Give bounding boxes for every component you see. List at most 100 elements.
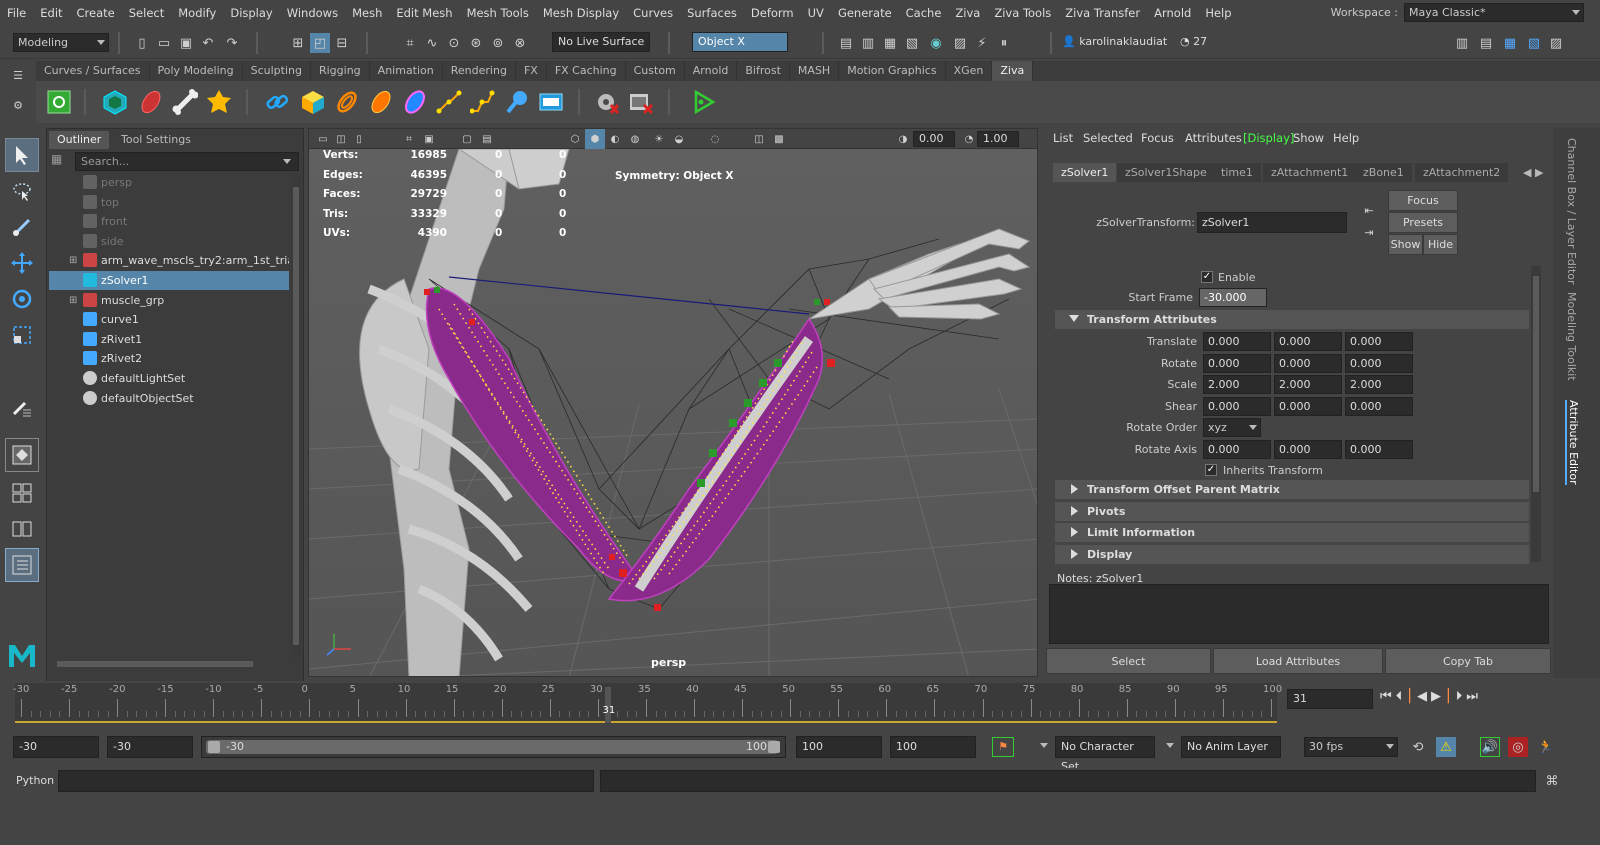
playback-speed-icon[interactable]: ⚠ xyxy=(1436,737,1456,757)
rotate-field[interactable]: 0.000 xyxy=(1274,353,1342,373)
anim-layer-field[interactable]: No Anim Layer xyxy=(1181,736,1281,758)
exposure-field[interactable]: 0.00 xyxy=(913,131,955,147)
load-attributes-button[interactable]: Load Attributes xyxy=(1213,648,1383,674)
go-input-icon[interactable]: ⇤ xyxy=(1359,200,1379,220)
shelf-tab-xgen[interactable]: XGen xyxy=(946,61,993,81)
section-transform-offset-parent-matrix[interactable]: Transform Offset Parent Matrix xyxy=(1055,480,1529,499)
expand-icon[interactable]: ⊞ xyxy=(69,291,77,310)
current-frame-field[interactable]: 31 xyxy=(1287,689,1373,709)
tab-tool-settings[interactable]: Tool Settings xyxy=(113,131,199,149)
go-to-end-icon[interactable]: ⏭ xyxy=(1466,689,1478,704)
anim-end-field[interactable]: 100 xyxy=(890,736,976,758)
range-slider[interactable]: -30 100 xyxy=(201,736,786,758)
create-rivet-icon[interactable] xyxy=(434,87,464,117)
outliner-vscroll[interactable] xyxy=(291,173,301,657)
shelf-tab-rigging[interactable]: Rigging xyxy=(311,61,370,81)
menu-mesh[interactable]: Mesh xyxy=(345,6,389,20)
tab-scroll-left-icon[interactable]: ◀ xyxy=(1523,166,1531,179)
menu-ziva[interactable]: Ziva xyxy=(948,6,987,20)
time-slider[interactable]: -30 -25 -20 -15 -10 -5 0 5 10 15 20 25 30 35 40 45 50 55 6… xyxy=(0,681,1600,731)
range-start-handle[interactable] xyxy=(208,741,220,753)
translate-field[interactable]: 0.000 xyxy=(1345,332,1413,351)
bookmark-icon[interactable]: ▯ xyxy=(349,129,369,149)
loop-icon[interactable]: ⟲ xyxy=(1408,737,1428,757)
hypershade-icon[interactable]: ◉ xyxy=(926,33,946,53)
fps-dropdown[interactable]: 30 fps xyxy=(1304,737,1398,757)
playback-start-field[interactable]: -30 xyxy=(107,736,193,758)
snap-point-icon[interactable]: ⊙ xyxy=(444,33,464,53)
shelf-tab-animation[interactable]: Animation xyxy=(370,61,443,81)
menu-mesh-tools[interactable]: Mesh Tools xyxy=(460,6,536,20)
range-end-handle[interactable] xyxy=(768,741,780,753)
smooth-shade-icon[interactable]: ⬢ xyxy=(585,129,605,149)
outliner-item[interactable]: zRivet2 xyxy=(49,349,289,368)
ae-tab-zbone1[interactable]: zBone1 xyxy=(1355,163,1412,182)
four-view-icon[interactable] xyxy=(5,476,39,510)
rotate-field[interactable]: 0.000 xyxy=(1203,353,1271,373)
playback-end-field[interactable]: 100 xyxy=(796,736,882,758)
create-cloth-icon[interactable] xyxy=(204,87,234,117)
character-set-field[interactable]: No Character Set xyxy=(1055,736,1155,773)
create-material-icon[interactable] xyxy=(366,87,396,117)
select-button[interactable]: Select xyxy=(1046,648,1211,674)
outliner-item[interactable]: zSolver1 xyxy=(49,271,289,290)
tab-outliner[interactable]: Outliner xyxy=(49,131,110,149)
wireframe-icon[interactable]: ⬡ xyxy=(565,129,585,149)
hide-button[interactable]: Hide xyxy=(1423,234,1458,255)
tab-channel-box[interactable]: Channel Box / Layer Editor xyxy=(1565,138,1578,285)
symmetry-field[interactable]: Object X xyxy=(692,32,788,52)
menu-help[interactable]: Help xyxy=(1198,6,1238,20)
menu-display[interactable]: Display xyxy=(223,6,279,20)
inherits-checkbox[interactable]: ✓ xyxy=(1205,464,1217,476)
outliner-search-input[interactable]: Search... xyxy=(75,152,299,171)
create-tissue-icon[interactable] xyxy=(136,87,166,117)
attribute-vscroll[interactable] xyxy=(1531,266,1541,562)
workspace-dropdown[interactable]: Maya Classic* xyxy=(1404,3,1584,22)
copy-tab-button[interactable]: Copy Tab xyxy=(1385,648,1551,674)
section-limit-information[interactable]: Limit Information xyxy=(1055,523,1529,542)
tab-scroll-right-icon[interactable]: ▶ xyxy=(1535,166,1543,179)
menu-generate[interactable]: Generate xyxy=(831,6,899,20)
outliner-item[interactable]: ⊞ arm_wave_mscls_try2:arm_1st_trial:skele… xyxy=(49,251,289,270)
go-output-icon[interactable]: ⇥ xyxy=(1359,222,1379,242)
shelf-tab-curves-surfaces[interactable]: Curves / Surfaces xyxy=(36,61,150,81)
tool-settings-icon[interactable]: ▧ xyxy=(1524,33,1544,53)
create-fiber-icon[interactable] xyxy=(332,87,362,117)
lights-icon[interactable]: ☀ xyxy=(649,129,669,149)
select-tool-icon[interactable] xyxy=(5,138,39,172)
live-surface-field[interactable]: No Live Surface xyxy=(552,32,650,52)
notifications-badge[interactable]: ◔ 27 xyxy=(1180,35,1207,48)
undo-icon[interactable]: ↶ xyxy=(198,33,218,53)
script-language-label[interactable]: Python xyxy=(16,774,54,787)
translate-field[interactable]: 0.000 xyxy=(1274,332,1342,351)
viewport-panel[interactable]: ▭ ◫ ▯ ⌗ ▣ ▢ ▤ ⬡ ⬢ ◐ ◍ ☀ ◒ ◌ ◫ ▩ ◑ 0.00 ◔… xyxy=(308,128,1038,677)
play-backward-icon[interactable]: ◀ xyxy=(1417,689,1427,704)
rotate-field[interactable]: 0.000 xyxy=(1345,353,1413,373)
outliner-hscroll[interactable] xyxy=(51,659,291,669)
redo-icon[interactable]: ↷ xyxy=(222,33,242,53)
sound-icon[interactable]: 🔊 xyxy=(1480,737,1500,757)
show-button[interactable]: Show xyxy=(1388,234,1423,255)
step-back-icon[interactable]: ⏴ xyxy=(1396,689,1403,704)
lightpath-icon[interactable]: ⚡ xyxy=(972,33,992,53)
snap-curve-icon[interactable]: ∿ xyxy=(422,33,442,53)
paint-select-icon[interactable] xyxy=(5,210,39,244)
render-settings-icon[interactable]: ▧ xyxy=(902,33,922,53)
menu-create[interactable]: Create xyxy=(70,6,122,20)
shelf-tab-custom[interactable]: Custom xyxy=(626,61,685,81)
snap-view-icon[interactable]: ⊛ xyxy=(466,33,486,53)
shelf-tab-poly-modeling[interactable]: Poly Modeling xyxy=(150,61,243,81)
notes-field[interactable] xyxy=(1049,584,1549,644)
scale-field[interactable]: 2.000 xyxy=(1203,375,1271,395)
ziva-settings-icon[interactable] xyxy=(592,87,622,117)
menu-modify[interactable]: Modify xyxy=(171,6,223,20)
rotate-axis-field[interactable]: 0.000 xyxy=(1345,440,1413,459)
presets-button[interactable]: Presets xyxy=(1388,212,1458,233)
outliner-item[interactable]: zRivet1 xyxy=(49,330,289,349)
ziva-run-icon[interactable] xyxy=(688,87,718,117)
camera-lock-icon[interactable]: ◫ xyxy=(331,129,351,149)
ipr-render-icon[interactable]: ▦ xyxy=(880,33,900,53)
textured-icon[interactable]: ◍ xyxy=(625,129,645,149)
outliner-item[interactable]: front xyxy=(49,212,289,231)
ae-tab-zsolver1shape[interactable]: zSolver1Shape xyxy=(1117,163,1215,182)
